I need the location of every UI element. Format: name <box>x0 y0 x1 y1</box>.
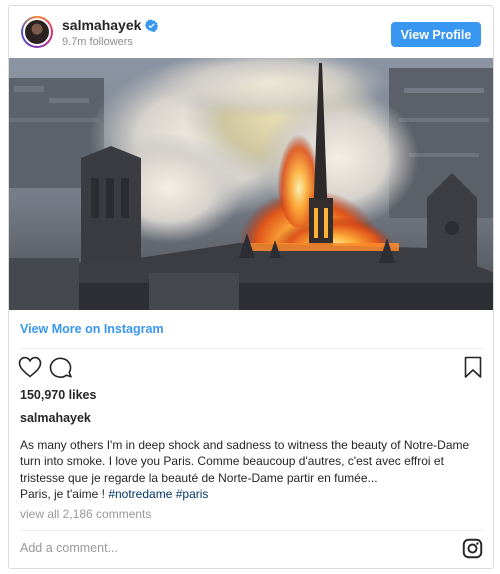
post-header: salmahayek 9.7m followers View Profile <box>9 6 493 58</box>
divider-bottom <box>20 530 484 531</box>
avatar-photo <box>23 18 51 46</box>
bookmark-outline-icon[interactable] <box>464 356 482 379</box>
post-photo[interactable] <box>9 58 494 310</box>
post-caption: As many others I'm in deep shock and sad… <box>20 437 482 503</box>
caption-author[interactable]: salmahayek <box>20 411 91 425</box>
hashtag-notredame[interactable]: #notredame <box>108 487 172 501</box>
caption-closing: Paris, je t'aime ! #notredame #paris <box>20 486 482 502</box>
add-comment-input[interactable] <box>20 541 450 555</box>
view-all-comments-link[interactable]: view all 2,186 comments <box>20 507 151 521</box>
heart-outline-icon[interactable] <box>18 356 42 378</box>
verified-badge-icon <box>145 19 159 32</box>
instagram-glyph-icon[interactable] <box>462 538 483 559</box>
view-profile-button[interactable]: View Profile <box>391 22 481 47</box>
view-more-on-instagram-link[interactable]: View More on Instagram <box>20 322 164 336</box>
hashtag-paris[interactable]: #paris <box>176 487 209 501</box>
follower-count: 9.7m followers <box>62 36 133 48</box>
caption-text: As many others I'm in deep shock and sad… <box>20 438 470 485</box>
username-link[interactable]: salmahayek <box>62 17 141 33</box>
avatar[interactable] <box>21 16 53 48</box>
speech-bubble-icon[interactable] <box>49 356 73 378</box>
username-row: salmahayek <box>62 17 159 33</box>
like-count[interactable]: 150,970 likes <box>20 388 96 402</box>
caption-closing-text: Paris, je t'aime ! <box>20 487 109 502</box>
instagram-embed-card: salmahayek 9.7m followers View Profile V… <box>8 5 494 569</box>
divider-top <box>20 348 484 349</box>
